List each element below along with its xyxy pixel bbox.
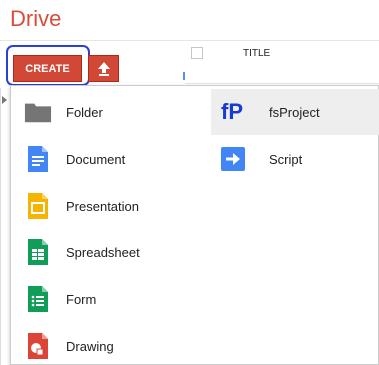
menu-item-drawing[interactable]: Drawing	[24, 330, 114, 362]
header-row-divider	[185, 83, 379, 84]
left-panel-edge	[0, 88, 1, 365]
script-icon	[221, 143, 255, 175]
folder-icon	[24, 96, 52, 128]
header-divider	[0, 40, 379, 41]
expand-arrow-icon[interactable]	[2, 96, 7, 104]
menu-item-label: Form	[66, 291, 97, 307]
menu-item-label: Script	[269, 151, 303, 167]
fsproject-icon: fP	[221, 99, 243, 124]
menu-item-folder[interactable]: Folder	[24, 96, 103, 128]
menu-item-presentation[interactable]: Presentation	[24, 190, 139, 222]
drawing-icon	[24, 330, 52, 362]
create-button[interactable]: CREATE	[13, 55, 82, 82]
upload-icon	[97, 61, 110, 76]
menu-item-fsproject[interactable]: fP fsProject	[211, 89, 379, 135]
select-all-checkbox[interactable]	[191, 47, 203, 59]
menu-item-document[interactable]: Document	[24, 143, 125, 175]
menu-item-form[interactable]: Form	[24, 283, 96, 315]
menu-item-label: fsProject	[269, 104, 320, 120]
menu-item-label: Folder	[66, 104, 103, 120]
app-title: Drive	[10, 6, 62, 31]
menu-item-spreadsheet[interactable]: Spreadsheet	[24, 236, 140, 268]
presentation-icon	[24, 190, 52, 222]
form-icon	[24, 283, 52, 315]
menu-item-label: Presentation	[66, 198, 139, 214]
create-menu: Folder Document Presentation Spreadsheet…	[10, 85, 379, 365]
upload-button[interactable]	[88, 55, 119, 82]
document-icon	[24, 143, 52, 175]
menu-item-label: Drawing	[66, 338, 114, 354]
menu-item-label: Document	[66, 151, 126, 167]
title-column-header[interactable]: TITLE	[243, 48, 270, 59]
spreadsheet-icon	[24, 236, 52, 268]
menu-item-script[interactable]: Script	[221, 143, 302, 175]
blue-indicator	[183, 72, 185, 80]
menu-item-label: Spreadsheet	[66, 244, 140, 260]
